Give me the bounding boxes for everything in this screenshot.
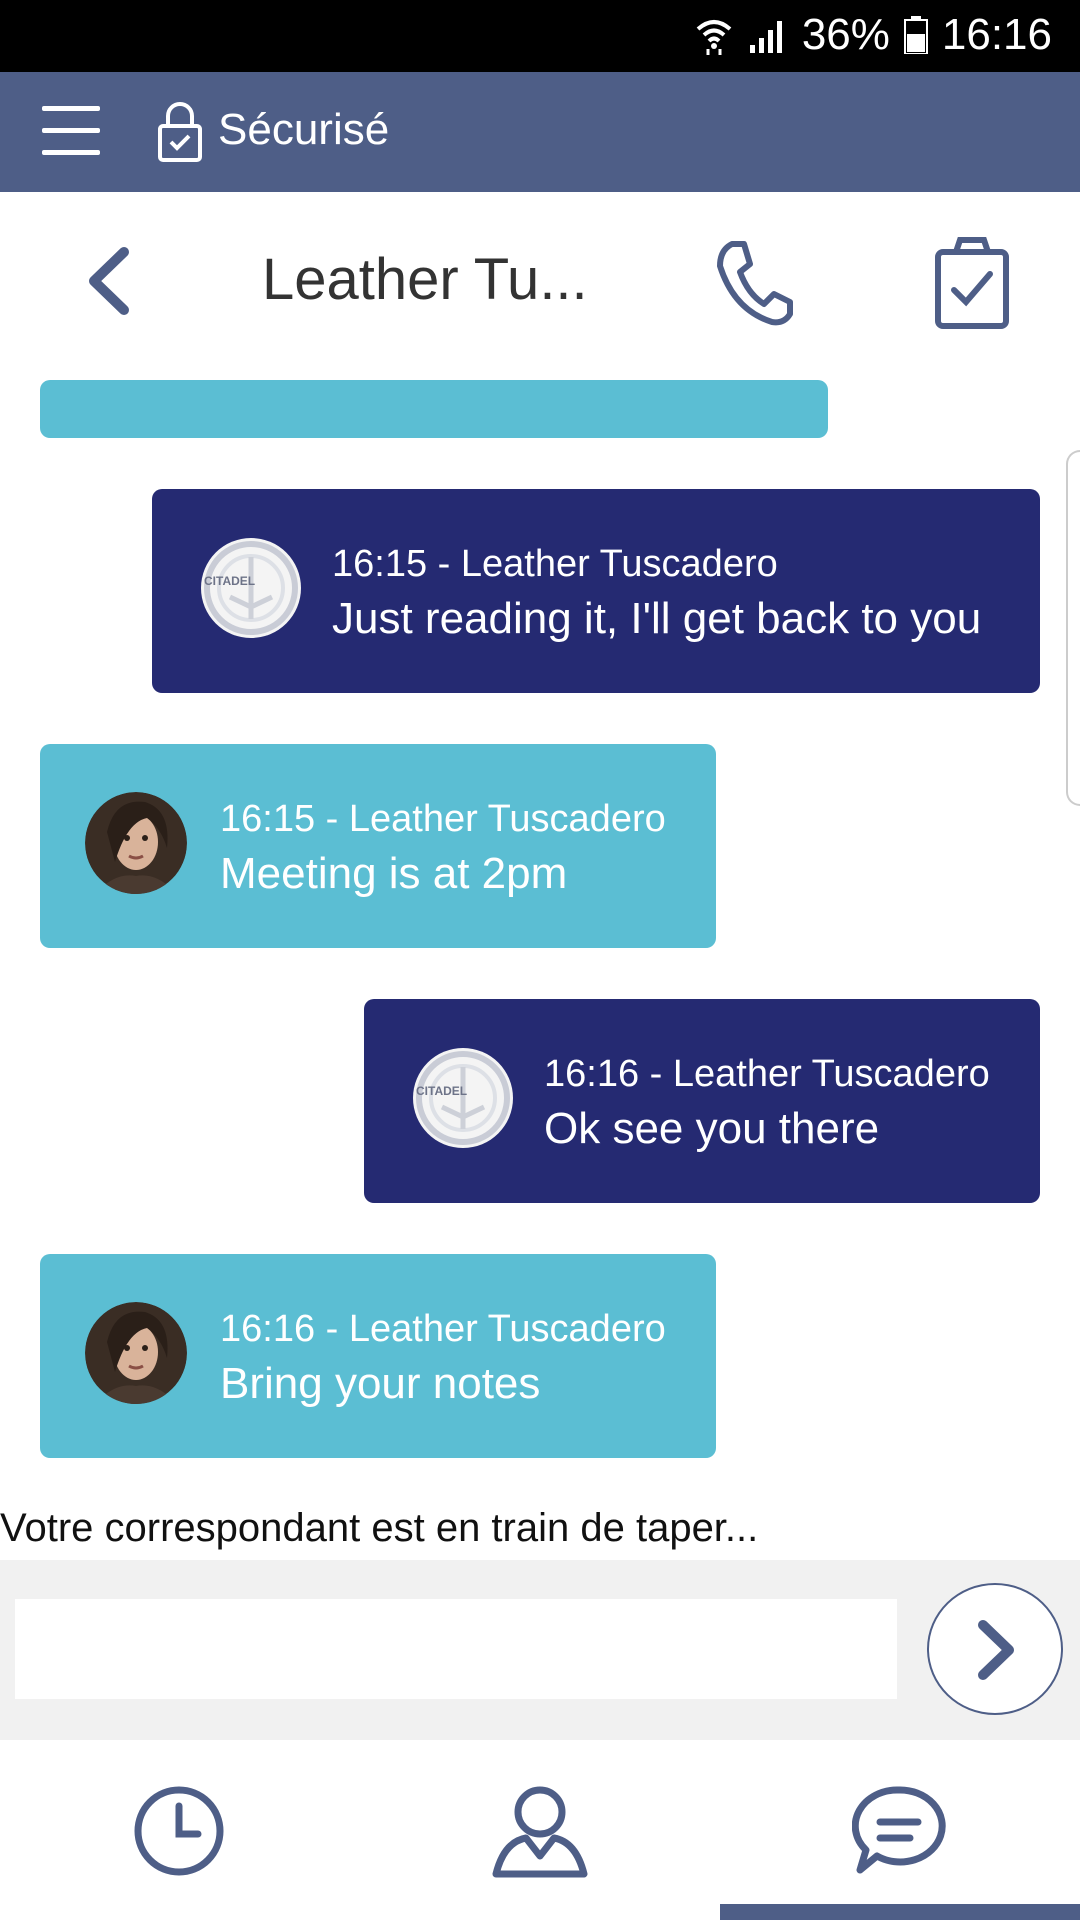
message-meta: 16:16 - Leather Tuscadero — [220, 1308, 666, 1350]
composer — [0, 1560, 1080, 1740]
clock-text: 16:16 — [941, 10, 1052, 59]
message-meta: 16:16 - Leather Tuscadero — [544, 1053, 990, 1095]
bottom-nav — [0, 1740, 1080, 1920]
status-bar: 36% 16:16 — [0, 0, 1080, 72]
avatar: CITADEL — [200, 537, 302, 639]
battery-icon — [903, 16, 928, 54]
message-text: Meeting is at 2pm — [220, 849, 568, 898]
menu-icon[interactable] — [40, 98, 104, 164]
signal-icon — [749, 21, 782, 53]
message-bubble-incoming: 16:16 - Leather Tuscadero Bring your not… — [40, 1254, 716, 1458]
scrollbar[interactable] — [1066, 450, 1080, 806]
message-bubble-partial — [40, 380, 828, 438]
message-text: Just reading it, I'll get back to you — [332, 594, 982, 643]
clipboard-check-icon[interactable] — [930, 234, 1014, 330]
message-input[interactable] — [15, 1599, 897, 1699]
active-tab-indicator — [720, 1904, 1080, 1920]
secure-label: Sécurisé — [218, 105, 390, 154]
battery-percent: 36% — [801, 10, 890, 59]
wifi-icon — [696, 20, 732, 55]
send-button[interactable] — [927, 1583, 1063, 1715]
avatar: CITADEL — [412, 1047, 514, 1149]
chat-icon[interactable] — [852, 1784, 946, 1878]
history-icon[interactable] — [132, 1784, 226, 1878]
chat-title: Leather Tu... — [262, 247, 588, 312]
message-meta: 16:15 - Leather Tuscadero — [332, 543, 778, 585]
avatar — [85, 1302, 187, 1404]
back-arrow-icon[interactable] — [80, 246, 136, 316]
typing-indicator: Votre correspondant est en train de tape… — [0, 1506, 759, 1550]
app-bar: Sécurisé — [0, 72, 1080, 192]
message-text: Bring your notes — [220, 1359, 541, 1408]
phone-icon[interactable] — [714, 236, 796, 328]
avatar — [85, 792, 187, 894]
avatar-text: CITADEL — [204, 574, 255, 588]
avatar-text: CITADEL — [416, 1084, 467, 1098]
message-bubble-incoming: 16:15 - Leather Tuscadero Meeting is at … — [40, 744, 716, 948]
chevron-right-icon — [978, 1620, 1014, 1680]
message-bubble-outgoing: CITADEL 16:16 - Leather Tuscadero Ok see… — [364, 999, 1040, 1203]
lock-icon — [158, 102, 202, 162]
message-text: Ok see you there — [544, 1104, 880, 1153]
message-bubble-outgoing: CITADEL 16:15 - Leather Tuscadero Just r… — [152, 489, 1040, 693]
message-meta: 16:15 - Leather Tuscadero — [220, 798, 666, 840]
contact-icon[interactable] — [490, 1784, 590, 1878]
